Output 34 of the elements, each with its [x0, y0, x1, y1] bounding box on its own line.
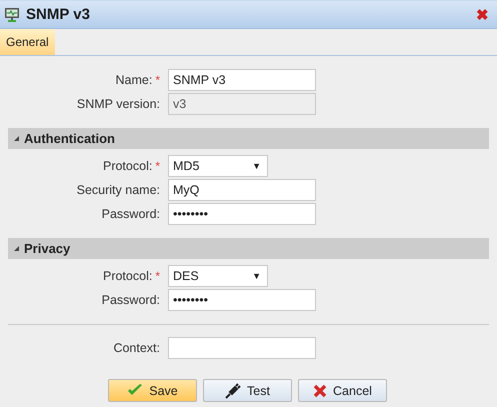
save-button[interactable]: Save — [108, 379, 197, 402]
protocol-dropdown[interactable]: DES ▼ — [168, 265, 268, 287]
close-icon — [313, 384, 328, 398]
close-button[interactable]: ✖ — [476, 6, 489, 24]
field-label: Security name: — [76, 183, 160, 197]
tab[interactable]: General — [0, 29, 55, 55]
cancel-button[interactable]: Cancel — [298, 379, 387, 402]
section-header[interactable]: Authentication — [8, 128, 489, 149]
window-title: SNMP v3 — [26, 6, 91, 23]
field-label: Password: — [102, 207, 160, 221]
plug-icon — [225, 382, 242, 398]
dropdown-arrow-icon: ▼ — [252, 271, 261, 281]
field-label: Protocol: — [102, 269, 152, 283]
required-mark: * — [155, 269, 160, 283]
password-field[interactable]: •••••••• — [168, 203, 316, 225]
check-icon — [127, 384, 144, 397]
input-field[interactable]: SNMP v3 — [168, 69, 316, 91]
section-header[interactable]: Privacy — [8, 238, 489, 259]
field-label: Name: — [116, 73, 152, 87]
password-field[interactable]: •••••••• — [168, 289, 316, 311]
field-label: SNMP version: — [76, 97, 160, 111]
input-field[interactable] — [168, 337, 316, 359]
required-mark: * — [155, 159, 160, 173]
monitor-icon — [4, 6, 20, 22]
field-label: Password: — [102, 293, 160, 307]
section-title: Privacy — [24, 241, 70, 256]
field-label: Protocol: — [102, 159, 152, 173]
test-button[interactable]: Test — [203, 379, 292, 402]
dropdown-arrow-icon: ▼ — [252, 161, 261, 171]
field-label: Context: — [113, 341, 160, 355]
protocol-dropdown[interactable]: MD5 ▼ — [168, 155, 268, 177]
input-field[interactable]: MyQ — [168, 179, 316, 201]
section-title: Authentication — [24, 131, 115, 146]
required-mark: * — [155, 73, 160, 87]
